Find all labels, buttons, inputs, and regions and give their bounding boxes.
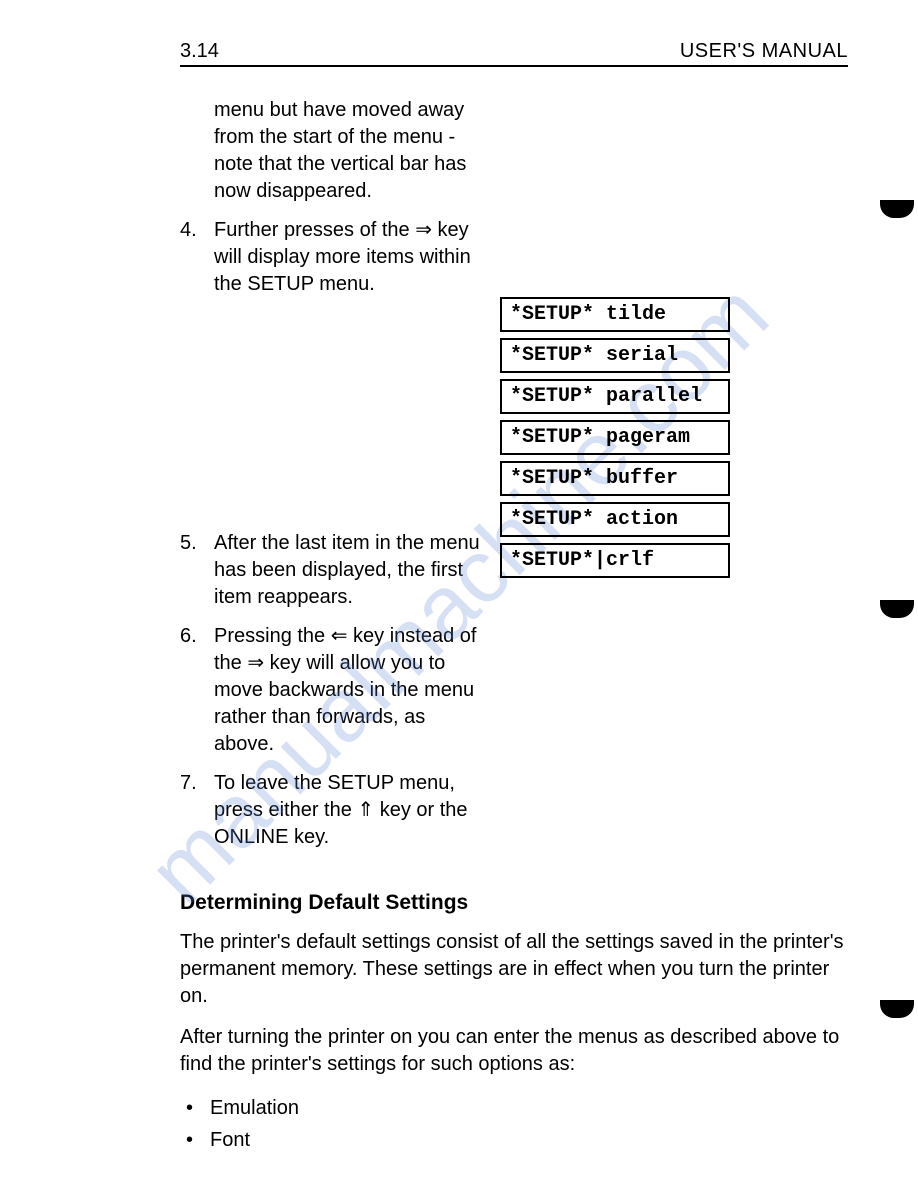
display-column: *SETUP* tilde *SETUP* serial *SETUP* par… [500, 97, 848, 863]
bullet-text: Emulation [210, 1092, 299, 1124]
page-edge-mark [880, 200, 914, 218]
step-fragment: menu but have moved away from the start … [180, 97, 480, 205]
page-header: 3.14 USER'S MANUAL [180, 40, 848, 67]
manual-title: USER'S MANUAL [680, 40, 848, 63]
setup-display-item: *SETUP* serial [500, 338, 730, 373]
page-number: 3.14 [180, 40, 219, 63]
page-edge-mark [880, 600, 914, 618]
paragraph: The printer's default settings consist o… [180, 929, 848, 1010]
step-number: 4. [180, 217, 204, 298]
step-number: 5. [180, 530, 204, 611]
page-edge-mark [880, 1000, 914, 1018]
bullet-item: • Font [186, 1124, 848, 1156]
step-6: 6. Pressing the ⇐ key instead of the ⇒ k… [180, 623, 480, 758]
page-content: menu but have moved away from the start … [180, 97, 848, 1156]
paragraph: After turning the printer on you can ent… [180, 1024, 848, 1078]
setup-display-stack: *SETUP* tilde *SETUP* serial *SETUP* par… [500, 297, 730, 578]
bullet-text: Font [210, 1124, 250, 1156]
setup-display-item: *SETUP* buffer [500, 461, 730, 496]
setup-display-item: *SETUP*|crlf [500, 543, 730, 578]
section-heading: Determining Default Settings [180, 891, 848, 915]
steps-column: menu but have moved away from the start … [180, 97, 480, 863]
bullet-item: • Emulation [186, 1092, 848, 1124]
setup-display-item: *SETUP* tilde [500, 297, 730, 332]
step-text: Pressing the ⇐ key instead of the ⇒ key … [214, 623, 480, 758]
step-text: menu but have moved away from the start … [214, 97, 480, 205]
two-column-area: menu but have moved away from the start … [180, 97, 848, 863]
setup-display-item: *SETUP* pageram [500, 420, 730, 455]
step-number: 7. [180, 770, 204, 851]
step-4: 4. Further presses of the ⇒ key will dis… [180, 217, 480, 298]
bullet-dot-icon: • [186, 1124, 196, 1156]
bullet-dot-icon: • [186, 1092, 196, 1124]
step-text: To leave the SETUP menu, press either th… [214, 770, 480, 851]
step-7: 7. To leave the SETUP menu, press either… [180, 770, 480, 851]
page: manualmachine.com 3.14 USER'S MANUAL men… [0, 0, 918, 1188]
step-text: Further presses of the ⇒ key will displa… [214, 217, 480, 298]
setup-display-item: *SETUP* parallel [500, 379, 730, 414]
step-number: 6. [180, 623, 204, 758]
step-5: 5. After the last item in the menu has b… [180, 530, 480, 611]
step-text: After the last item in the menu has been… [214, 530, 480, 611]
setup-display-item: *SETUP* action [500, 502, 730, 537]
